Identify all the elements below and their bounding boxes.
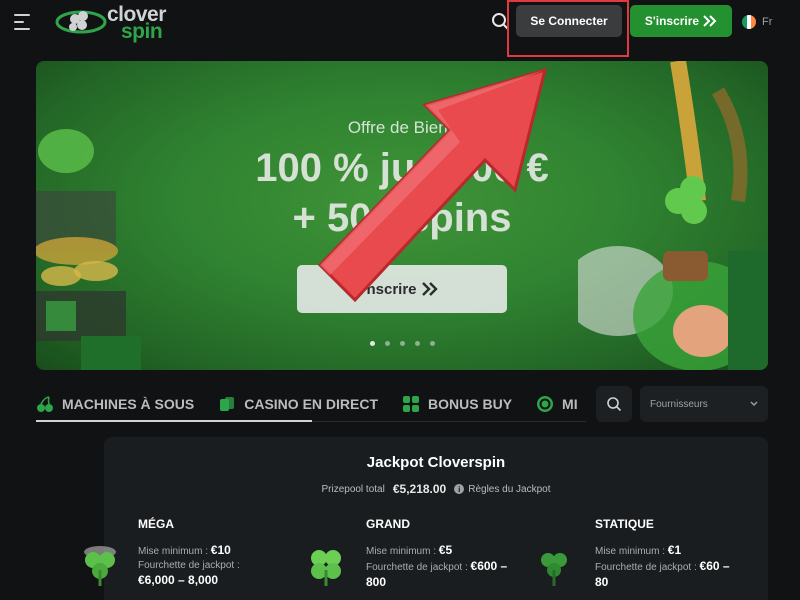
jackpot-prizepool: Prizepool total €5,218.00 i Règles du Ja…	[104, 482, 768, 496]
clover-icon	[84, 546, 116, 586]
providers-label: Fournisseurs	[650, 398, 708, 410]
menu-icon[interactable]	[14, 14, 34, 30]
tab-mini-games[interactable]: MI	[536, 395, 578, 413]
clover-logo-icon	[55, 10, 107, 34]
tab-label: BONUS BUY	[428, 396, 513, 412]
signup-button-label: S'inscrire	[644, 14, 700, 28]
chevron-down-icon	[750, 401, 758, 406]
tier-range-label: Fourchette de jackpot :	[138, 560, 240, 571]
tier-name: STATIQUE	[595, 517, 654, 531]
top-header: clover spin Se Connecter S'inscrire Fr	[0, 0, 800, 44]
clover-icon	[541, 553, 567, 586]
jackpot-panel: Jackpot Cloverspin Prizepool total €5,21…	[84, 437, 768, 600]
jackpot-rules-link[interactable]: i Règles du Jackpot	[454, 483, 551, 495]
tier-range: Fourchette de jackpot : €600 – 800	[366, 559, 516, 591]
tier-min-label: Mise minimum :	[366, 546, 437, 557]
tier-min-value: €1	[667, 543, 682, 557]
tab-bonus-buy[interactable]: BONUS BUY	[402, 395, 512, 413]
tab-label: MI	[562, 396, 578, 412]
carousel-dot[interactable]	[399, 341, 405, 346]
prizepool-amount: €5,218.00	[392, 482, 447, 496]
tab-slots[interactable]: MACHINES À SOUS	[36, 395, 194, 413]
tier-min-bet: Mise minimum : €5	[366, 543, 516, 559]
info-icon: i	[454, 484, 465, 494]
carousel-dot[interactable]	[414, 341, 420, 346]
tier-min-bet: Mise minimum : €1	[595, 543, 745, 559]
tier-min-label: Mise minimum :	[595, 546, 666, 557]
clock-icon	[537, 396, 554, 412]
active-tab-indicator	[36, 420, 312, 422]
cherries-icon	[37, 396, 53, 412]
jackpot-title: Jackpot Cloverspin	[366, 454, 506, 471]
language-selector[interactable]: Fr	[742, 12, 772, 32]
tier-min-value: €10	[210, 543, 231, 557]
signup-button[interactable]: S'inscrire	[630, 5, 732, 37]
tab-label: CASINO EN DIRECT	[244, 396, 379, 412]
category-tabs: MACHINES À SOUS CASINO EN DIRECT BONUS B…	[36, 386, 602, 422]
annotation-arrow-icon	[317, 67, 548, 303]
prizepool-label: Prizepool total	[321, 483, 385, 495]
cards-icon	[220, 397, 235, 411]
grid-icon	[403, 396, 420, 412]
search-icon[interactable]	[488, 9, 514, 35]
tier-min-label: Mise minimum :	[138, 546, 209, 557]
search-icon	[607, 397, 621, 411]
language-label: Fr	[762, 16, 773, 28]
tier-range-value: €6,000 – 8,000	[138, 573, 219, 587]
tier-range-label: Fourchette de jackpot :	[595, 562, 697, 573]
jackpot-tier-mega: MÉGA Mise minimum : €10 Fourchette de ja…	[138, 517, 288, 589]
login-button[interactable]: Se Connecter	[516, 5, 622, 37]
tier-name: GRAND	[366, 517, 410, 531]
cloverspin-logo[interactable]: clover spin	[55, 3, 185, 43]
carousel-dots	[36, 341, 768, 346]
jackpot-rules-label: Règles du Jackpot	[468, 483, 551, 495]
carousel-dot[interactable]	[369, 341, 375, 346]
jackpot-tier-static: STATIQUE Mise minimum : €1 Fourchette de…	[595, 517, 745, 591]
carousel-dot[interactable]	[429, 341, 435, 346]
carousel-dot[interactable]	[384, 341, 390, 346]
providers-dropdown[interactable]: Fournisseurs	[640, 386, 768, 422]
double-chevron-right-icon	[703, 15, 717, 27]
tab-live-casino[interactable]: CASINO EN DIRECT	[218, 395, 378, 413]
tier-range-label: Fourchette de jackpot :	[366, 562, 468, 573]
ireland-flag-icon	[742, 15, 756, 29]
game-search-button[interactable]	[596, 386, 632, 422]
clover-icon	[311, 550, 341, 586]
tier-min-bet: Mise minimum : €10	[138, 543, 288, 559]
tier-min-value: €5	[438, 543, 453, 557]
tier-range: Fourchette de jackpot : €60 – 80	[595, 559, 745, 591]
logo-text-spin: spin	[121, 20, 163, 43]
jackpot-tier-grand: GRAND Mise minimum : €5 Fourchette de ja…	[366, 517, 516, 591]
tab-label: MACHINES À SOUS	[62, 396, 195, 412]
tier-name: MÉGA	[138, 517, 174, 531]
